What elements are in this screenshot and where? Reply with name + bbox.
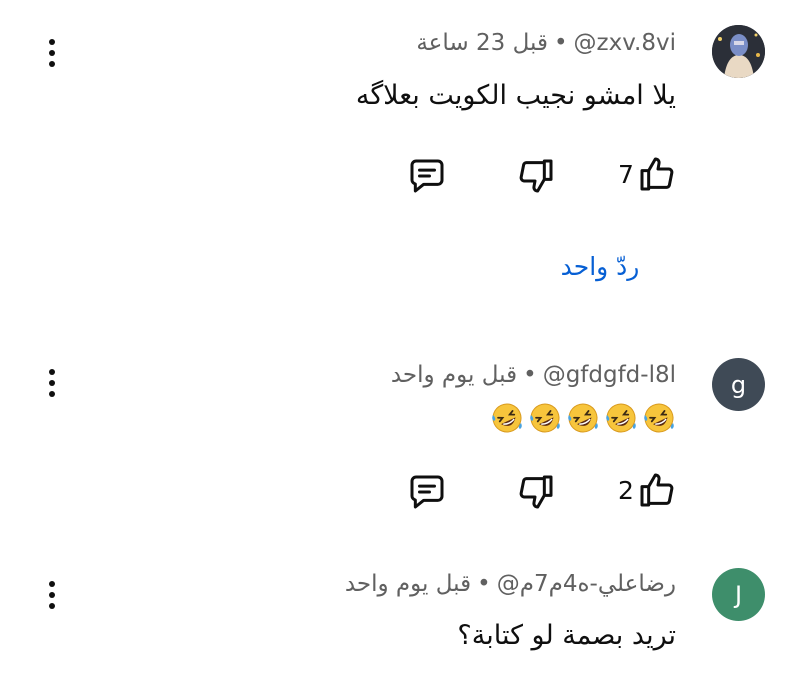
comment-meta: @gfdgfd-l8l•قبل يوم واحد [390, 362, 676, 388]
laughing-emoji-icon [566, 401, 600, 435]
dislike-button[interactable] [516, 472, 556, 512]
emoji-row [490, 401, 676, 435]
comment-text: تريد بصمة لو كتابة؟ [457, 620, 676, 651]
comment-actions: 2 [0, 470, 800, 514]
comment-icon [410, 159, 444, 193]
like-count: 7 [618, 159, 634, 189]
comment-meta: @zxv.8vi•قبل 23 ساعة [416, 30, 676, 56]
comment-actions: 7 [0, 154, 800, 198]
avatar-letter: J [734, 580, 743, 609]
like-button[interactable]: 7 [618, 154, 677, 194]
comment-icon [410, 475, 444, 509]
laughing-emoji-icon [490, 401, 524, 435]
comment-author[interactable]: @gfdgfd-l8l [543, 362, 676, 388]
dislike-button[interactable] [516, 156, 556, 196]
thumbs-down-icon [519, 159, 553, 193]
more-vertical-icon [49, 581, 55, 587]
comment-time[interactable]: قبل 23 ساعة [416, 30, 548, 56]
comment-meta: @رضاعلي-ه4م7م•قبل يوم واحد [344, 571, 676, 597]
comment-author[interactable]: @رضاعلي-ه4م7م [497, 571, 676, 597]
avatar[interactable] [712, 25, 765, 78]
avatar-photo-icon [712, 25, 765, 78]
thumbs-up-icon [640, 157, 674, 191]
reply-button[interactable] [407, 156, 447, 196]
comment-author[interactable]: @zxv.8vi [574, 30, 676, 56]
view-replies-link[interactable]: ردّ واحد [540, 252, 660, 281]
comment-menu-button[interactable] [38, 363, 66, 403]
more-vertical-icon [49, 369, 55, 375]
avatar[interactable]: J [712, 568, 765, 621]
laughing-emoji-icon [604, 401, 638, 435]
comment-time[interactable]: قبل يوم واحد [391, 362, 517, 388]
reply-button[interactable] [407, 472, 447, 512]
comment-text: يلا امشو نجيب الكويت بعلاگه [355, 80, 676, 111]
more-vertical-icon [49, 39, 55, 45]
avatar[interactable]: g [712, 358, 765, 411]
thumbs-down-icon [519, 475, 553, 509]
laughing-emoji-icon [642, 401, 676, 435]
comment-time[interactable]: قبل يوم واحد [345, 571, 471, 597]
avatar-letter: g [730, 370, 747, 399]
laughing-emoji-icon [528, 401, 562, 435]
comment-menu-button[interactable] [38, 33, 66, 73]
like-count: 2 [618, 475, 634, 505]
comment-menu-button[interactable] [38, 575, 66, 615]
like-button[interactable]: 2 [618, 470, 677, 510]
thumbs-up-icon [640, 473, 674, 507]
